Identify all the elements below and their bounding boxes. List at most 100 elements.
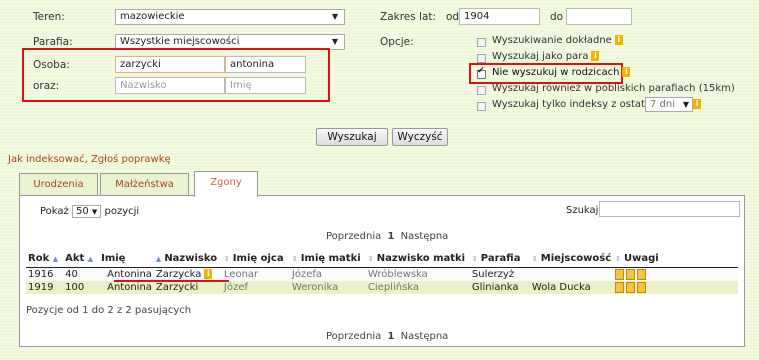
col-header-nazwisko-matki[interactable]: ⇕ Nazwisko matki bbox=[365, 250, 470, 268]
info-icon[interactable]: i bbox=[614, 35, 623, 45]
parafia-value: Wszystkie miejscowości bbox=[120, 36, 240, 47]
oraz-label: oraz: bbox=[33, 80, 60, 92]
current-page[interactable]: 1 bbox=[387, 331, 394, 342]
info-icon[interactable]: i bbox=[591, 51, 600, 61]
how-to-index-link[interactable]: Jak indeksować bbox=[8, 154, 85, 165]
exact-search-checkbox[interactable] bbox=[477, 38, 486, 47]
next-page-link[interactable]: Następna bbox=[401, 231, 449, 242]
col-label: Imię matki bbox=[300, 253, 361, 264]
info-icon[interactable]: i bbox=[622, 67, 631, 77]
sort-icon: ⇕ bbox=[531, 255, 538, 263]
name-underline-highlight bbox=[114, 280, 229, 282]
exact-search-option: Wyszukiwanie dokładne i bbox=[492, 35, 623, 46]
teren-label: Teren: bbox=[33, 11, 65, 23]
days-select[interactable]: 7 dni ▼ bbox=[645, 97, 693, 112]
search-button[interactable]: Wyszukaj bbox=[316, 128, 388, 146]
report-correction-link[interactable]: Zgłoś poprawkę bbox=[91, 154, 171, 165]
cell-imie: Antonina bbox=[107, 269, 152, 280]
col-header-uwagi[interactable]: ⇕ Uwagi bbox=[613, 250, 738, 268]
no-parents-option: Nie wyszukuj w rodzicach i bbox=[492, 67, 631, 78]
scan-icon[interactable] bbox=[626, 268, 636, 280]
tab-zgony[interactable]: Zgony bbox=[194, 171, 258, 197]
teren-select[interactable]: mazowieckie ▼ bbox=[115, 9, 345, 25]
oraz-surname-input[interactable]: Nazwisko bbox=[115, 77, 225, 94]
table-header-row: Rok ▲ Akt ▲ Imię ▲ Nazwisko ⇕ Imię ojca ⇕ I… bbox=[26, 250, 738, 268]
cell-akt: 40 bbox=[65, 269, 78, 280]
next-page-link[interactable]: Następna bbox=[401, 331, 449, 342]
table-search-input[interactable] bbox=[599, 201, 740, 217]
page-size-select[interactable]: 50 ▼ bbox=[71, 205, 102, 218]
cell-akt: 100 bbox=[65, 282, 85, 293]
days-value: 7 dni bbox=[650, 99, 676, 110]
oraz-firstname-input[interactable]: Imię bbox=[225, 77, 306, 94]
cell-miejscowosc: Wola Ducka bbox=[531, 282, 591, 293]
chevron-down-icon: ▼ bbox=[331, 12, 338, 21]
archive-icon[interactable] bbox=[637, 281, 647, 293]
sort-icon: ⇕ bbox=[471, 255, 478, 263]
col-label: Akt bbox=[65, 253, 85, 264]
cell-uwagi bbox=[613, 268, 738, 282]
pair-search-checkbox[interactable] bbox=[477, 54, 486, 63]
tab-malzenstwa[interactable]: Małżeństwa bbox=[100, 173, 189, 196]
cell-rok: 1916 bbox=[28, 269, 54, 280]
cell-parafia: Sulerzyż bbox=[471, 269, 515, 280]
teren-value: mazowieckie bbox=[120, 11, 185, 22]
cell-imie-matki: Weronika bbox=[291, 282, 339, 293]
recent-indexes-label: Wyszukaj tylko indeksy z ostatnich bbox=[492, 99, 666, 110]
table-row[interactable]: 1916 40 Antonina Zarzycka i Leonar Józefa… bbox=[26, 267, 738, 282]
col-header-rok[interactable]: Rok ▲ bbox=[26, 250, 64, 268]
year-from-input[interactable]: 1904 bbox=[459, 8, 540, 25]
sort-icon: ▲ bbox=[87, 255, 94, 263]
cell-rok: 1919 bbox=[28, 282, 54, 293]
info-icon[interactable]: i bbox=[204, 269, 213, 279]
no-parents-checkbox[interactable] bbox=[477, 66, 486, 79]
table-search-label: Szukaj: bbox=[566, 205, 602, 216]
entries-label: pozycji bbox=[104, 206, 140, 217]
cell-nazwisko: Zarzycki bbox=[155, 282, 199, 293]
col-header-akt[interactable]: Akt ▲ bbox=[63, 250, 100, 268]
table-row[interactable]: 1919 100 Antonina Zarzycki Józef Weronik… bbox=[26, 281, 738, 294]
tab-urodzenia[interactable]: Urodzenia bbox=[19, 173, 98, 196]
col-header-imie-matki[interactable]: ⇕ Imię matki bbox=[289, 250, 366, 268]
cell-miejscowosc bbox=[530, 268, 613, 282]
prev-page-link[interactable]: Poprzednia bbox=[326, 331, 381, 342]
no-parents-label: Nie wyszukuj w rodzicach bbox=[492, 67, 620, 78]
show-label: Pokaż bbox=[40, 206, 69, 217]
nearby-parishes-label: Wyszukaj również w pobliskich parafiach … bbox=[492, 83, 735, 94]
col-label: Nazwisko matki bbox=[376, 253, 466, 264]
scan-icon[interactable] bbox=[626, 281, 636, 293]
col-header-miejscowosc[interactable]: ⇕ Miejscowość bbox=[529, 250, 614, 268]
osoba-surname-input[interactable]: zarzycki bbox=[115, 56, 225, 73]
cell-nazwisko-matki: Cieplińska bbox=[367, 282, 420, 293]
cell-imie: Antonina bbox=[107, 282, 152, 293]
prev-page-link[interactable]: Poprzednia bbox=[326, 231, 381, 242]
cell-imie-matki: Józefa bbox=[291, 269, 323, 280]
col-label: Uwagi bbox=[624, 253, 659, 264]
sort-icon: ⇕ bbox=[291, 255, 298, 263]
chevron-down-icon: ▼ bbox=[91, 208, 98, 216]
col-header-imie[interactable]: Imię bbox=[99, 250, 154, 268]
clear-button[interactable]: Wyczyść bbox=[392, 128, 448, 146]
current-page[interactable]: 1 bbox=[387, 231, 394, 242]
year-to-input[interactable] bbox=[566, 8, 632, 25]
do-label: do bbox=[550, 11, 564, 23]
sort-icon: ▲ bbox=[155, 255, 162, 263]
pair-search-label: Wyszukaj jako para bbox=[492, 51, 589, 62]
col-header-parafia[interactable]: ⇕ Parafia bbox=[469, 250, 530, 268]
cell-uwagi bbox=[613, 281, 738, 294]
col-header-nazwisko[interactable]: ▲ Nazwisko bbox=[153, 250, 222, 268]
info-icon[interactable] bbox=[615, 268, 625, 280]
archive-icon[interactable] bbox=[637, 268, 647, 280]
info-icon[interactable] bbox=[615, 281, 625, 293]
page-size-control: Pokaż 50 ▼ pozycji bbox=[40, 205, 139, 218]
recent-indexes-checkbox[interactable] bbox=[477, 102, 486, 111]
col-label: Nazwisko bbox=[164, 253, 218, 264]
osoba-firstname-input[interactable]: antonina bbox=[225, 56, 306, 73]
cell-nazwisko-matki: Wróblewska bbox=[367, 269, 428, 280]
sort-icon: ⇕ bbox=[615, 255, 621, 263]
col-header-imie-ojca[interactable]: ⇕ Imię ojca bbox=[221, 250, 290, 268]
info-icon[interactable]: i bbox=[693, 99, 701, 109]
nearby-parishes-checkbox[interactable] bbox=[477, 86, 486, 95]
chevron-down-icon: ▼ bbox=[331, 37, 338, 46]
pagination-top: Poprzednia 1 Następna bbox=[326, 231, 448, 242]
